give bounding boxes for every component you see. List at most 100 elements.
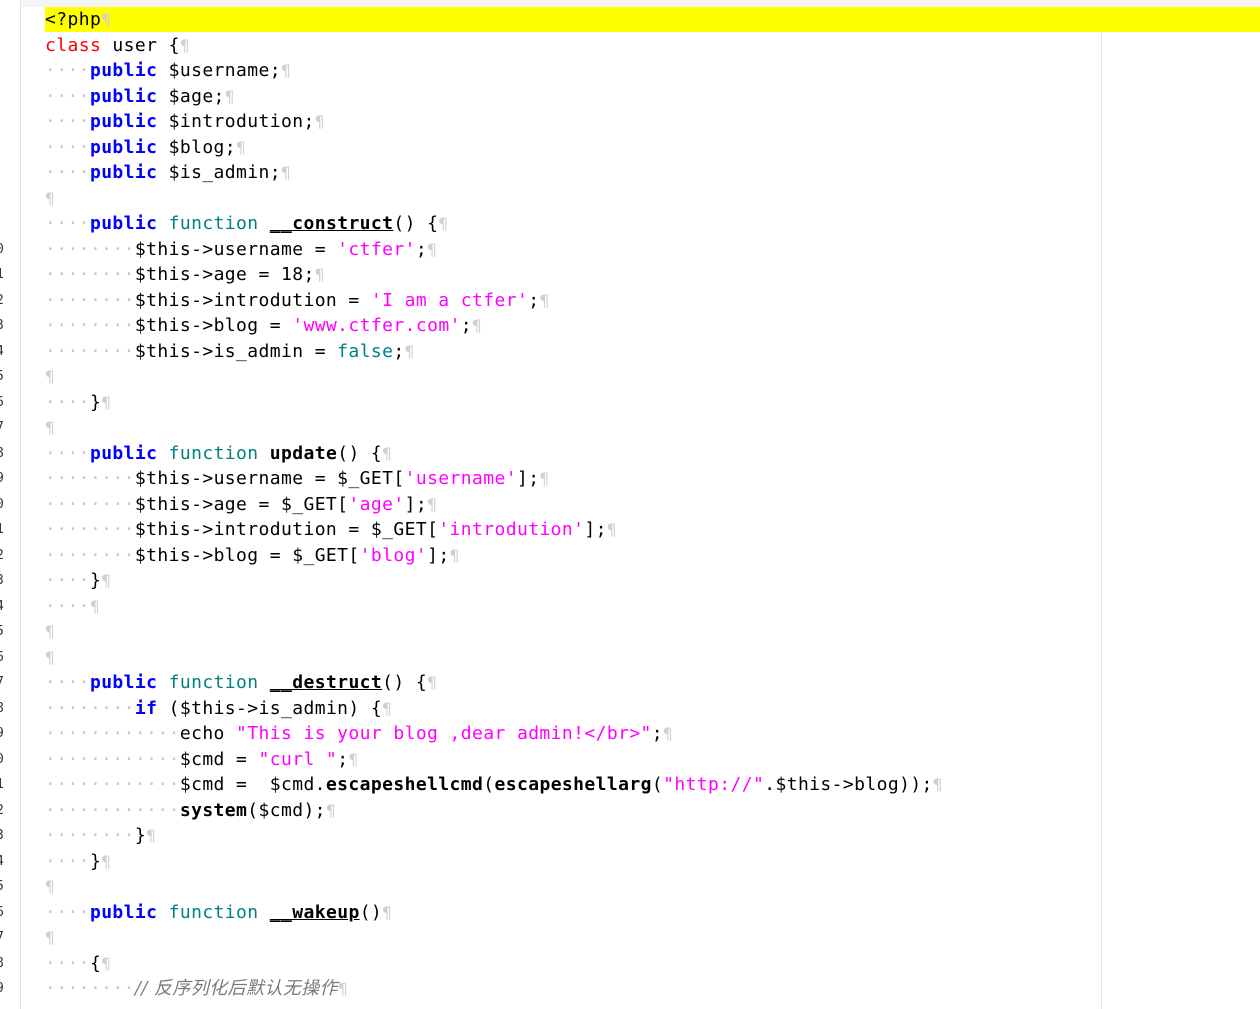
- code-token: ········: [45, 315, 135, 336]
- code-token: ····: [45, 162, 90, 183]
- line-number: 5: [0, 619, 6, 645]
- code-token: public: [89, 162, 158, 183]
- code-line[interactable]: ····¶: [45, 594, 100, 620]
- code-token: class: [45, 34, 102, 56]
- code-line[interactable]: ····}¶: [45, 390, 111, 416]
- line-number: 9: [0, 721, 6, 747]
- code-line[interactable]: ····public $is_admin;¶: [45, 160, 291, 186]
- code-token: 'I am a ctfer': [370, 289, 529, 311]
- code-line[interactable]: ····public function __destruct() {¶: [45, 670, 437, 696]
- code-token: 'ctfer': [337, 238, 416, 260]
- pilcrow-mark: ¶: [382, 698, 393, 718]
- code-token: "http://": [663, 774, 765, 795]
- pilcrow-mark: ¶: [539, 290, 550, 310]
- code-line[interactable]: ············system($cmd);¶: [45, 798, 336, 824]
- code-line[interactable]: ····{¶: [45, 951, 111, 977]
- code-editor[interactable]: 012345678901234567890123456789 <?php¶cla…: [0, 0, 1260, 1009]
- code-token: $this->blog =: [134, 315, 293, 336]
- code-line[interactable]: <?php¶: [45, 7, 111, 33]
- pilcrow-mark: ¶: [45, 877, 56, 896]
- code-line[interactable]: ········$this->blog = 'www.ctfer.com';¶: [45, 313, 482, 339]
- code-line[interactable]: ····public $blog;¶: [45, 135, 246, 161]
- editor-top-strip: [0, 0, 1260, 7]
- code-token: public: [89, 111, 158, 132]
- code-line[interactable]: ········$this->username = 'ctfer';¶: [45, 237, 437, 263]
- code-token: $this->blog = $_GET[: [134, 544, 360, 566]
- code-line[interactable]: ····public $introdution;¶: [45, 109, 325, 135]
- code-line[interactable]: ········$this->age = 18;¶: [45, 262, 325, 288]
- code-token: function: [168, 213, 259, 234]
- line-number: 9: [0, 976, 6, 1002]
- code-line[interactable]: ········$this->introdution = 'I am a ctf…: [45, 288, 550, 314]
- pilcrow-mark: ¶: [348, 749, 359, 769]
- code-token: ($cmd);: [247, 799, 326, 821]
- code-line[interactable]: ¶: [45, 925, 55, 951]
- code-line[interactable]: ····}¶: [45, 568, 111, 594]
- code-token: ····: [45, 391, 90, 413]
- code-line[interactable]: ····public $username;¶: [45, 58, 291, 84]
- code-token: (: [651, 774, 664, 795]
- code-line[interactable]: ¶: [45, 364, 55, 390]
- code-token: ········: [45, 468, 135, 489]
- code-token: ····: [45, 850, 90, 872]
- pilcrow-mark: ¶: [45, 418, 56, 437]
- code-token: ····: [45, 952, 90, 974]
- code-token: ;: [460, 315, 473, 336]
- code-line[interactable]: ········$this->introdution = $_GET['intr…: [45, 517, 617, 543]
- pilcrow-mark: ¶: [280, 61, 292, 80]
- code-token: $is_admin;: [157, 162, 281, 183]
- code-token: $this->age = $_GET[: [134, 493, 349, 515]
- pilcrow-mark: ¶: [438, 214, 449, 233]
- code-line[interactable]: ············echo "This is your blog ,dea…: [45, 721, 673, 747]
- code-line[interactable]: ········}¶: [45, 823, 156, 849]
- code-line[interactable]: ············$cmd = "curl ";¶: [45, 747, 358, 773]
- code-line[interactable]: class user {¶: [45, 33, 190, 59]
- code-token: function: [168, 442, 259, 464]
- code-token: $this->username =: [134, 238, 338, 260]
- code-line[interactable]: ········// 反序列化后默认无操作¶: [45, 976, 348, 1002]
- line-number: 3: [0, 823, 6, 849]
- code-token: ····: [45, 213, 90, 234]
- code-line[interactable]: ············$cmd = $cmd.escapeshellcmd(e…: [45, 772, 943, 798]
- code-line[interactable]: ····}¶: [45, 849, 111, 875]
- code-line[interactable]: ········$this->age = $_GET['age'];¶: [45, 492, 437, 518]
- code-line[interactable]: ········$this->username = $_GET['usernam…: [45, 466, 550, 492]
- code-token: ;: [415, 238, 428, 260]
- code-line[interactable]: ¶: [45, 619, 55, 645]
- code-token: ············: [45, 723, 180, 744]
- code-line[interactable]: ····public function update() {¶: [45, 441, 392, 467]
- code-token: 'blog': [359, 544, 428, 566]
- code-token: $age;: [157, 85, 225, 107]
- line-number: 4: [0, 594, 6, 620]
- code-line[interactable]: ¶: [45, 415, 55, 441]
- code-token: $this->introdution =: [134, 289, 371, 311]
- code-line[interactable]: ¶: [45, 186, 55, 212]
- code-token: }: [134, 825, 147, 846]
- pilcrow-mark: ¶: [89, 596, 100, 616]
- code-token: ;: [528, 289, 540, 311]
- code-line[interactable]: ····public function __wakeup()¶: [45, 900, 392, 926]
- code-line[interactable]: ····public function __construct() {¶: [45, 211, 448, 237]
- code-line[interactable]: ········$this->is_admin = false;¶: [45, 339, 415, 365]
- code-line[interactable]: ········if ($this->is_admin) {¶: [45, 696, 392, 722]
- line-number: 2: [0, 543, 6, 569]
- code-token: user: [101, 34, 169, 56]
- code-token: $this->introdution = $_GET[: [134, 519, 439, 540]
- code-line[interactable]: ········$this->blog = $_GET['blog'];¶: [45, 543, 460, 569]
- code-line[interactable]: ¶: [45, 645, 55, 671]
- pilcrow-mark: ¶: [337, 979, 349, 998]
- pilcrow-mark: ¶: [179, 35, 190, 55]
- code-line[interactable]: ¶: [45, 874, 55, 900]
- code-token: $blog;: [157, 136, 237, 158]
- code-token: ········: [45, 493, 135, 515]
- line-number: 8: [0, 696, 6, 722]
- pilcrow-mark: ¶: [45, 622, 56, 641]
- code-line[interactable]: ····public $age;¶: [45, 84, 235, 110]
- code-token: // 反序列化后默认无操作: [134, 978, 338, 999]
- code-token: $this->username = $_GET[: [134, 468, 405, 489]
- code-token: ········: [45, 697, 135, 719]
